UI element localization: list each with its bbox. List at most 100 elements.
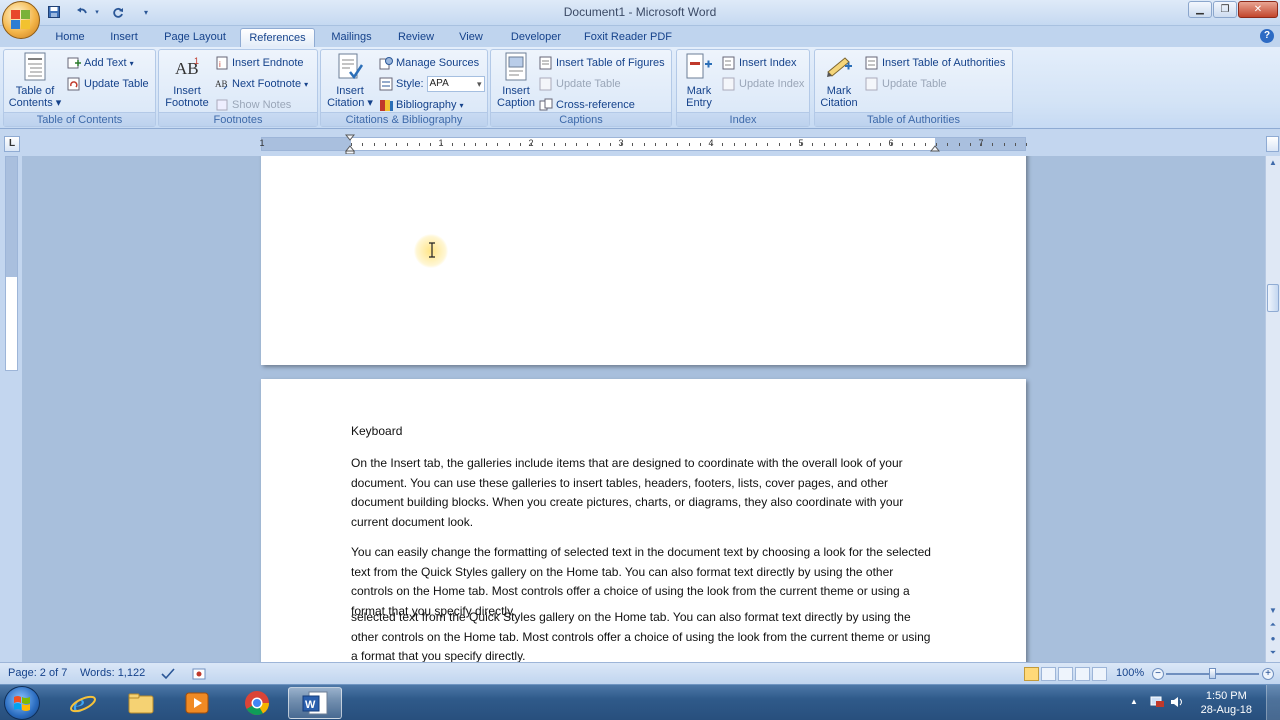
zoom-out-icon[interactable]: − [1152,668,1164,680]
vertical-ruler[interactable] [5,156,18,371]
tab-developer[interactable]: Developer [505,28,567,47]
ruler-tick [880,143,881,146]
minimize-button[interactable]: ▁ [1188,1,1212,18]
insert-endnote-button[interactable]: i Insert Endnote [215,55,304,71]
outline-view-button[interactable] [1075,667,1090,681]
insert-caption-icon [502,52,530,82]
zoom-level[interactable]: 100% [1116,667,1144,679]
document-paragraph-1[interactable]: On the Insert tab, the galleries include… [351,454,931,532]
style-icon [379,77,393,91]
insert-table-of-authorities-button[interactable]: Insert Table of Authorities [865,55,1005,71]
tab-stop-selector[interactable]: L [4,136,20,152]
office-button[interactable] [2,1,40,39]
next-footnote-icon: AB [215,77,229,91]
previous-page-icon[interactable]: ⏶ [1267,618,1279,632]
insert-caption-button[interactable]: Insert Caption [494,52,538,109]
insert-citation-button[interactable]: Insert Citation ▾ [324,52,376,109]
style-selector: Style: APA [379,76,485,92]
right-indent-marker[interactable] [929,134,941,154]
cross-reference-button[interactable]: Cross-reference [539,97,635,113]
mark-citation-button[interactable]: Mark Citation [817,52,861,109]
document-heading[interactable]: Keyboard [351,422,931,442]
mark-entry-button[interactable]: Mark Entry [679,52,719,109]
office-logo-icon [11,10,31,30]
show-desktop-button[interactable] [1266,685,1280,720]
scrollbar-thumb[interactable] [1267,284,1279,312]
proofing-icon[interactable] [160,667,176,684]
first-line-indent-marker[interactable] [344,134,356,155]
manage-sources-button[interactable]: Manage Sources [379,55,479,71]
show-notes-button[interactable]: Show Notes [215,97,291,113]
taskbar-chrome[interactable] [230,687,284,719]
update-table-captions-button[interactable]: Update Table [539,76,621,92]
view-ruler-toggle[interactable] [1266,136,1279,152]
scroll-down-arrow-icon[interactable]: ▼ [1267,604,1279,618]
zoom-slider-knob[interactable] [1209,668,1216,679]
network-icon[interactable] [1150,695,1166,712]
tab-view[interactable]: View [452,28,490,47]
ruler-tick [407,143,408,146]
tab-insert[interactable]: Insert [102,28,146,47]
style-label: Style: [396,78,424,90]
tab-home[interactable]: Home [48,28,92,47]
bibliography-button[interactable]: Bibliography ▾ [379,97,464,113]
tab-references[interactable]: References [240,28,315,47]
add-text-icon [67,56,81,70]
macro-recording-icon[interactable] [192,667,206,684]
vertical-scrollbar[interactable]: ▲ ▼ ⏶ ● ⏷ [1265,156,1280,662]
next-page-icon[interactable]: ⏷ [1267,646,1279,660]
select-browse-object-icon[interactable]: ● [1267,632,1279,646]
add-text-button[interactable]: Add Text ▾ [67,55,134,71]
page-2[interactable]: Keyboard On the Insert tab, the gallerie… [261,379,1026,662]
start-button[interactable] [4,686,40,720]
word-count[interactable]: Words: 1,122 [80,667,145,679]
tab-mailings[interactable]: Mailings [324,28,379,47]
update-table-authorities-button[interactable]: Update Table [865,76,947,92]
insert-footnote-button[interactable]: AB 1 Insert Footnote [162,52,212,109]
style-dropdown[interactable]: APA [426,76,485,92]
update-table-button[interactable]: Update Table [67,76,149,92]
tab-review[interactable]: Review [392,28,440,47]
show-hidden-icons-icon[interactable]: ▲ [1130,697,1138,706]
volume-icon[interactable] [1170,695,1186,712]
taskbar-file-explorer[interactable] [114,687,168,719]
scroll-up-arrow-icon[interactable]: ▲ [1267,156,1279,170]
insert-table-of-figures-button[interactable]: Insert Table of Figures [539,55,665,71]
taskbar-internet-explorer[interactable]: e [56,687,110,719]
taskbar-clock[interactable]: 1:50 PM 28-Aug-18 [1201,689,1252,717]
document-area[interactable]: Keyboard On the Insert tab, the gallerie… [22,156,1265,662]
group-label-authorities: Table of Authorities [815,112,1012,126]
zoom-in-icon[interactable]: + [1262,668,1274,680]
ruler-tick [430,143,431,146]
draft-view-button[interactable] [1092,667,1107,681]
insert-index-button[interactable]: Insert Index [722,55,796,71]
restore-button[interactable]: ❐ [1213,1,1237,18]
print-layout-view-button[interactable] [1024,667,1039,681]
close-button[interactable]: ✕ [1238,1,1278,18]
chevron-down-icon: ▾ [459,100,464,110]
bibliography-icon [379,98,393,112]
tab-foxit-reader-pdf[interactable]: Foxit Reader PDF [580,28,676,47]
status-bar: Page: 2 of 7 Words: 1,122 100% − + [0,662,1280,684]
next-footnote-button[interactable]: AB Next Footnote ▾ [215,76,308,92]
ruler-tick [362,143,363,146]
clock-date: 28-Aug-18 [1200,704,1252,716]
tab-page-layout[interactable]: Page Layout [158,28,232,47]
update-index-button[interactable]: Update Index [722,76,804,92]
full-screen-reading-view-button[interactable] [1041,667,1056,681]
table-of-contents-label-1: Table of [15,85,55,97]
taskbar-media-player[interactable] [170,687,224,719]
document-paragraph-2-duplicate[interactable]: selected text from the Quick Styles gall… [351,608,931,662]
update-index-label: Update Index [739,78,805,90]
web-layout-view-button[interactable] [1058,667,1073,681]
ruler-tick [497,143,498,146]
ruler-tick [576,143,577,146]
show-notes-icon [215,98,229,112]
help-icon[interactable]: ? [1260,29,1274,43]
horizontal-ruler[interactable]: 11234567 [259,137,1027,151]
table-of-contents-button[interactable]: Table of Contents ▾ [7,52,63,109]
page-1[interactable] [261,156,1026,365]
update-table-icon [539,77,553,91]
taskbar-microsoft-word[interactable]: W [288,687,342,719]
page-indicator[interactable]: Page: 2 of 7 [8,667,67,679]
